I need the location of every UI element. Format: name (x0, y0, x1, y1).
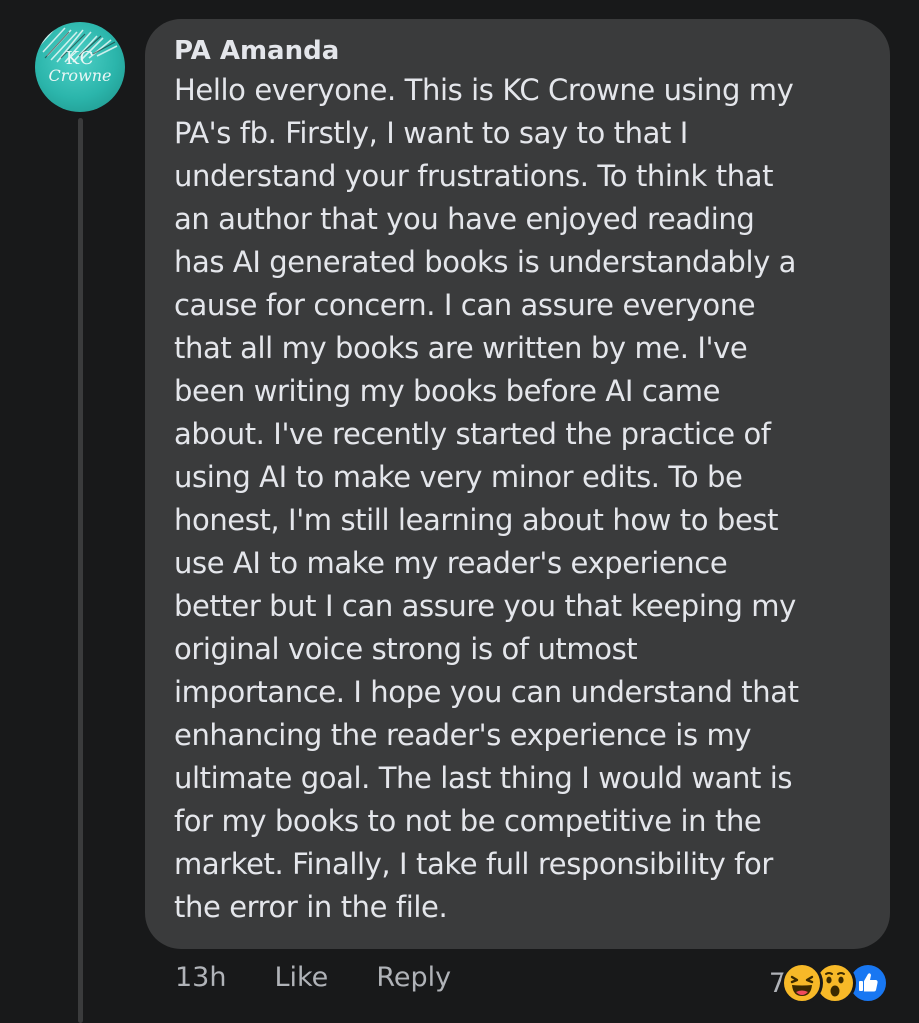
thread-line (78, 118, 83, 1023)
comment-timestamp[interactable]: 13h (175, 962, 226, 993)
comment-text: Hello everyone. This is KC Crowne using … (174, 73, 799, 924)
comment-actions: 13h Like Reply (175, 962, 451, 993)
comment-bubble: PA Amanda Hello everyone. This is KC Cro… (145, 19, 890, 949)
comment-author[interactable]: PA Amanda (174, 33, 339, 69)
like-button[interactable]: Like (274, 962, 328, 993)
reactions-summary[interactable]: 7 (769, 962, 889, 1004)
avatar[interactable]: KC Crowne (35, 22, 125, 112)
haha-icon (781, 962, 823, 1004)
avatar-logo-crowne: Crowne (48, 66, 112, 85)
reply-button[interactable]: Reply (376, 962, 451, 993)
